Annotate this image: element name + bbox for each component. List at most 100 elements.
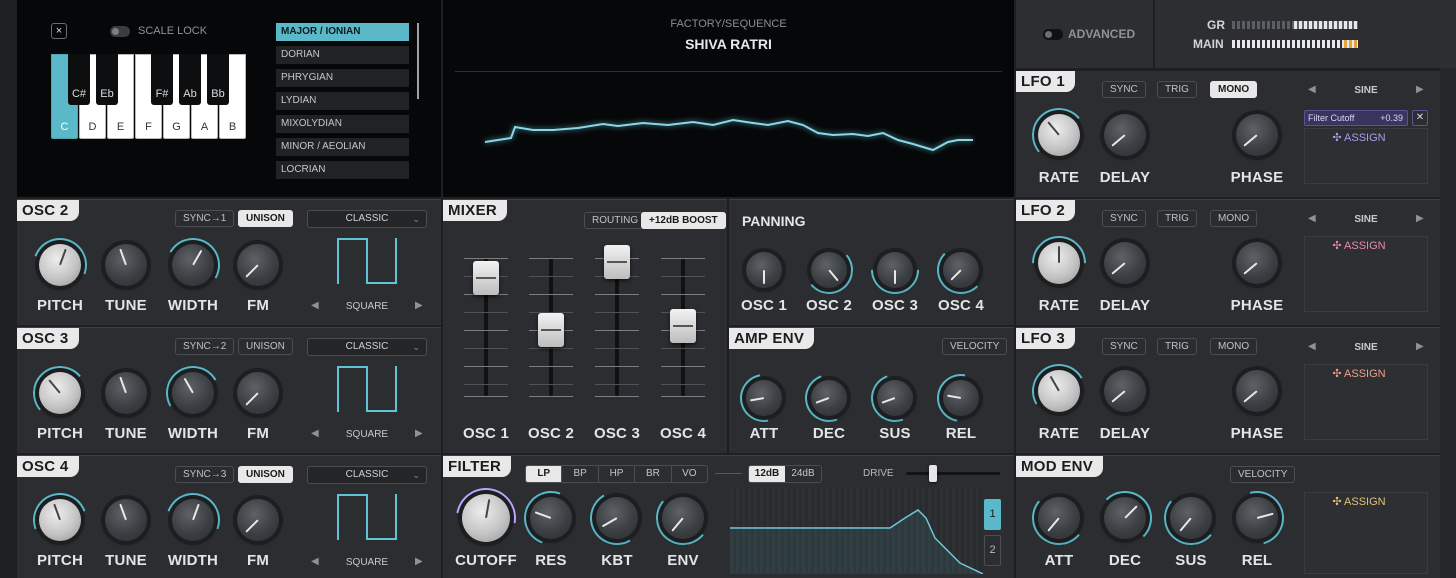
- lfo1-delay-knob[interactable]: [1104, 114, 1146, 156]
- lfo1-mod-remove-icon[interactable]: ✕: [1412, 110, 1428, 126]
- lfo3-shape-next-icon[interactable]: ▶: [1416, 341, 1424, 352]
- osc3-unison-button[interactable]: UNISON: [238, 338, 293, 355]
- mixer-fader-3[interactable]: [604, 245, 630, 279]
- osc4-wave-prev-icon[interactable]: ◀: [311, 556, 319, 567]
- lfo2-shape-next-icon[interactable]: ▶: [1416, 213, 1424, 224]
- lfo3-shape-prev-icon[interactable]: ◀: [1308, 341, 1316, 352]
- mixer-fader-4[interactable]: [670, 309, 696, 343]
- boost-button[interactable]: +12dB BOOST: [641, 212, 726, 229]
- filter-type-vo[interactable]: VO: [670, 466, 707, 482]
- filter-kbt-knob[interactable]: [596, 497, 638, 539]
- osc2-wave-next-icon[interactable]: ▶: [415, 300, 423, 311]
- pan-osc3-knob[interactable]: [877, 252, 913, 288]
- modenv-rel-knob[interactable]: [1236, 497, 1278, 539]
- filter-res-knob[interactable]: [530, 497, 572, 539]
- drive-slider-handle[interactable]: [929, 465, 937, 482]
- filter-cutoff-knob[interactable]: [462, 494, 510, 542]
- lfo1-phase-knob[interactable]: [1236, 114, 1278, 156]
- key-c-sharp[interactable]: C#: [68, 54, 90, 105]
- preset-name[interactable]: SHIVA RATRI: [443, 36, 1014, 52]
- ampenv-dec-knob[interactable]: [811, 380, 847, 416]
- osc3-pitch-knob[interactable]: [39, 372, 81, 414]
- pan-osc2-knob[interactable]: [811, 252, 847, 288]
- modenv-assign-button[interactable]: ✣ ASSIGN: [1304, 495, 1414, 508]
- scale-mode-item[interactable]: DORIAN: [276, 46, 409, 64]
- ampenv-att-knob[interactable]: [746, 380, 782, 416]
- lfo1-sync-button[interactable]: SYNC: [1102, 81, 1146, 98]
- filter-slope-12[interactable]: 12dB: [749, 466, 785, 482]
- osc2-sync-button[interactable]: SYNC→1: [175, 210, 235, 227]
- lfo1-mono-button[interactable]: MONO: [1210, 81, 1258, 98]
- key-a-flat[interactable]: Ab: [179, 54, 201, 105]
- lfo1-shape-prev-icon[interactable]: ◀: [1308, 84, 1316, 95]
- drive-slider-track[interactable]: [906, 472, 1000, 475]
- filter-type-bp[interactable]: BP: [561, 466, 597, 482]
- osc4-pitch-knob[interactable]: [39, 499, 81, 541]
- key-b-flat[interactable]: Bb: [207, 54, 229, 105]
- ampenv-sus-knob[interactable]: [877, 380, 913, 416]
- lfo3-sync-button[interactable]: SYNC: [1102, 338, 1146, 355]
- modenv-velocity-button[interactable]: VELOCITY: [1230, 466, 1296, 483]
- scale-mode-item[interactable]: MIXOLYDIAN: [276, 115, 409, 133]
- advanced-toggle[interactable]: [1043, 29, 1063, 40]
- lfo3-trig-button[interactable]: TRIG: [1157, 338, 1197, 355]
- scale-mode-item[interactable]: MINOR / AEOLIAN: [276, 138, 409, 156]
- osc3-wave-next-icon[interactable]: ▶: [415, 428, 423, 439]
- osc2-mode-select[interactable]: CLASSIC ⌄: [307, 210, 427, 228]
- lfo3-mono-button[interactable]: MONO: [1210, 338, 1258, 355]
- osc3-tune-knob[interactable]: [105, 372, 147, 414]
- close-scale-button[interactable]: ×: [51, 23, 67, 39]
- lfo3-phase-knob[interactable]: [1236, 370, 1278, 412]
- scale-lock-toggle[interactable]: [110, 26, 130, 37]
- scale-mode-item[interactable]: LOCRIAN: [276, 161, 409, 179]
- osc2-width-knob[interactable]: [172, 244, 214, 286]
- osc3-wave-prev-icon[interactable]: ◀: [311, 428, 319, 439]
- filter-slope-24[interactable]: 24dB: [785, 466, 821, 482]
- lfo2-mono-button[interactable]: MONO: [1210, 210, 1258, 227]
- lfo1-shape-next-icon[interactable]: ▶: [1416, 84, 1424, 95]
- osc2-tune-knob[interactable]: [105, 244, 147, 286]
- lfo3-assign-button[interactable]: ✣ ASSIGN: [1304, 367, 1414, 380]
- pan-osc4-knob[interactable]: [943, 252, 979, 288]
- osc2-pitch-knob[interactable]: [39, 244, 81, 286]
- lfo2-delay-knob[interactable]: [1104, 242, 1146, 284]
- osc2-unison-button[interactable]: UNISON: [238, 210, 293, 227]
- osc4-unison-button[interactable]: UNISON: [238, 466, 293, 483]
- mixer-fader-2[interactable]: [538, 313, 564, 347]
- osc2-fm-knob[interactable]: [237, 244, 279, 286]
- osc3-mode-select[interactable]: CLASSIC ⌄: [307, 338, 427, 356]
- lfo3-delay-knob[interactable]: [1104, 370, 1146, 412]
- ampenv-velocity-button[interactable]: VELOCITY: [942, 338, 1008, 355]
- lfo2-shape-prev-icon[interactable]: ◀: [1308, 213, 1316, 224]
- lfo2-sync-button[interactable]: SYNC: [1102, 210, 1146, 227]
- routing-button[interactable]: ROUTING: [584, 212, 647, 229]
- modenv-sus-knob[interactable]: [1170, 497, 1212, 539]
- osc4-wave-next-icon[interactable]: ▶: [415, 556, 423, 567]
- key-e-flat[interactable]: Eb: [96, 54, 118, 105]
- scale-mode-item[interactable]: MAJOR / IONIAN: [276, 23, 409, 41]
- modenv-att-knob[interactable]: [1038, 497, 1080, 539]
- modenv-dec-knob[interactable]: [1104, 497, 1146, 539]
- filter-tab-1[interactable]: 1: [984, 499, 1001, 530]
- key-f-sharp[interactable]: F#: [151, 54, 173, 105]
- osc3-width-knob[interactable]: [172, 372, 214, 414]
- osc4-fm-knob[interactable]: [237, 499, 279, 541]
- osc2-wave-prev-icon[interactable]: ◀: [311, 300, 319, 311]
- filter-env-knob[interactable]: [662, 497, 704, 539]
- filter-tab-2[interactable]: 2: [984, 535, 1001, 566]
- osc4-width-knob[interactable]: [172, 499, 214, 541]
- lfo2-rate-knob[interactable]: [1038, 242, 1080, 284]
- scale-mode-item[interactable]: PHRYGIAN: [276, 69, 409, 87]
- lfo1-mod-slot[interactable]: Filter Cutoff +0.39: [1304, 110, 1408, 126]
- osc4-tune-knob[interactable]: [105, 499, 147, 541]
- ampenv-rel-knob[interactable]: [943, 380, 979, 416]
- osc4-sync-button[interactable]: SYNC→3: [175, 466, 235, 483]
- osc3-sync-button[interactable]: SYNC→2: [175, 338, 235, 355]
- scale-mode-item[interactable]: LYDIAN: [276, 92, 409, 110]
- pan-osc1-knob[interactable]: [746, 252, 782, 288]
- filter-type-lp[interactable]: LP: [526, 466, 562, 482]
- scale-list-scrollbar[interactable]: [417, 23, 419, 99]
- filter-type-hp[interactable]: HP: [597, 466, 634, 482]
- lfo2-phase-knob[interactable]: [1236, 242, 1278, 284]
- lfo1-assign-button[interactable]: ✣ ASSIGN: [1304, 131, 1414, 144]
